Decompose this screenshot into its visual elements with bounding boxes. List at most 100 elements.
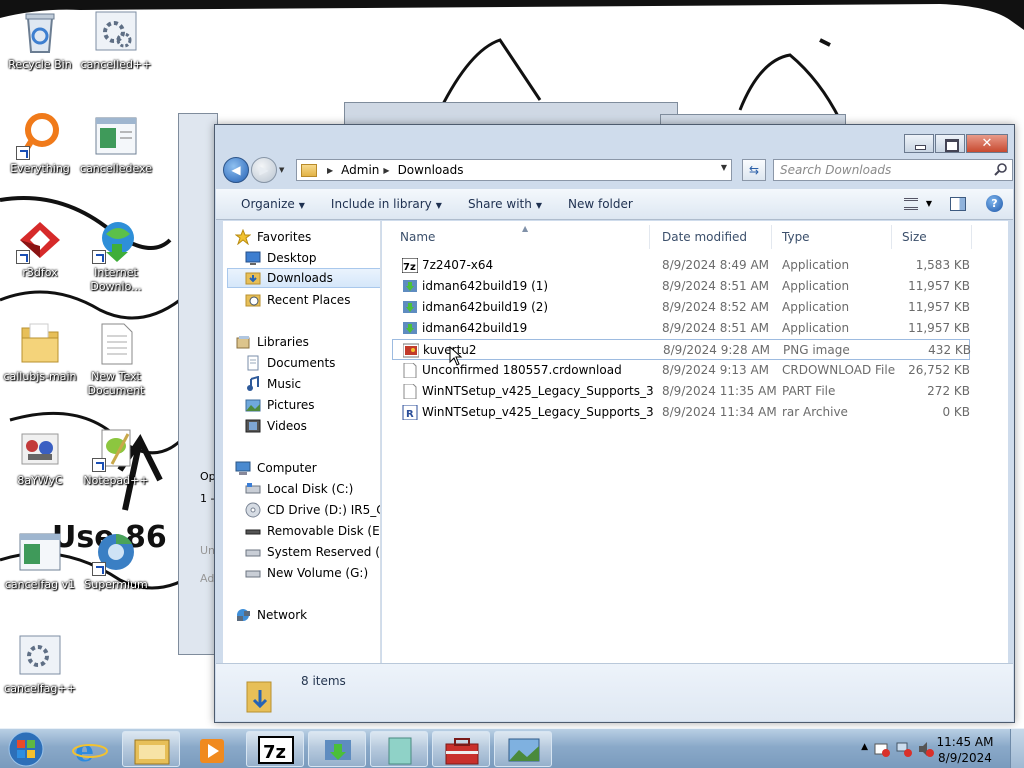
- file-name: WinNTSetup_v425_Legacy_Supports_32-...: [422, 384, 654, 398]
- idm-icon: [403, 280, 417, 292]
- taskbar-media-player[interactable]: [182, 731, 240, 767]
- navigation-pane[interactable]: Favorites Desktop Downloads Recent Place…: [223, 221, 381, 664]
- desktop-icon-everything[interactable]: Everything: [0, 112, 80, 176]
- breadcrumb-admin[interactable]: Admin: [341, 163, 379, 177]
- desktop-icon-new-text-document[interactable]: New Text Document: [76, 320, 156, 398]
- desktop-icon-label: Supermium: [84, 578, 148, 591]
- desktop-icon-cancelled-pp[interactable]: cancelled++: [76, 8, 156, 72]
- internet-explorer-icon: e: [72, 734, 108, 768]
- desktop-icon-notepad-pp[interactable]: Notepad++: [76, 424, 156, 488]
- nav-favorites[interactable]: Favorites: [234, 227, 311, 247]
- title-bar[interactable]: [215, 125, 1014, 155]
- organize-menu[interactable]: Organize ▼: [228, 197, 318, 211]
- search-input[interactable]: Search Downloads: [773, 159, 1013, 181]
- nav-downloads[interactable]: Downloads: [227, 268, 380, 288]
- refresh-button[interactable]: ⇆: [742, 159, 766, 181]
- nav-local-disk[interactable]: Local Disk (C:): [245, 479, 353, 499]
- chevron-down-icon[interactable]: ▼: [926, 199, 932, 208]
- videos-icon: [245, 418, 261, 434]
- minimize-button[interactable]: [904, 134, 934, 153]
- address-bar[interactable]: ▶ Admin ▶ Downloads ▼: [296, 159, 732, 181]
- breadcrumb-downloads[interactable]: Downloads: [398, 163, 464, 177]
- recent-pages-dropdown[interactable]: ▼: [279, 166, 289, 174]
- nav-videos[interactable]: Videos: [245, 416, 307, 436]
- drive-icon: [245, 544, 261, 560]
- file-row[interactable]: R WinNTSetup_v425_Legacy_Supports_32-... 8…: [392, 402, 970, 423]
- new-folder-button[interactable]: New folder: [555, 197, 646, 211]
- nav-label: Local Disk (C:): [267, 482, 354, 496]
- background-window-top[interactable]: [344, 102, 678, 126]
- show-desktop-button[interactable]: [1010, 729, 1024, 768]
- action-center-icon[interactable]: [874, 741, 890, 757]
- breadcrumb-separator-icon[interactable]: ▶: [327, 166, 333, 175]
- taskbar-7zip[interactable]: 7z: [246, 731, 304, 767]
- share-with-menu[interactable]: Share with ▼: [455, 197, 555, 211]
- network-status-icon[interactable]: [896, 741, 912, 757]
- star-icon: [234, 228, 252, 246]
- close-button[interactable]: [966, 134, 1008, 153]
- file-type: PART File: [782, 384, 836, 398]
- desktop-icon-recycle-bin[interactable]: Recycle Bin: [0, 8, 80, 72]
- background-window[interactable]: Op 1 - Uni Add: [178, 113, 221, 655]
- taskbar-internet-explorer[interactable]: e: [60, 731, 118, 768]
- desktop-icon-cancelfag-v1[interactable]: cancelfag v1: [0, 528, 80, 592]
- nav-cd-drive[interactable]: CD Drive (D:) IR5_CC: [245, 500, 380, 520]
- forward-button[interactable]: [251, 157, 277, 183]
- nav-network[interactable]: Network: [235, 605, 307, 625]
- file-row[interactable]: idman642build19 (1) 8/9/2024 8:51 AM Appli…: [392, 276, 970, 297]
- clock[interactable]: 11:45 AM 8/9/2024: [930, 734, 1000, 766]
- include-in-library-menu[interactable]: Include in library ▼: [318, 197, 455, 211]
- desktop-icon-supermium[interactable]: Supermium: [76, 528, 156, 592]
- nav-system-reserved[interactable]: System Reserved (F:): [245, 542, 380, 562]
- nav-music[interactable]: Music: [245, 374, 301, 394]
- nav-label: Removable Disk (E:): [267, 524, 381, 538]
- column-header-size[interactable]: Size: [892, 225, 972, 249]
- rar-icon: R: [402, 405, 418, 420]
- desktop-icon-internet-download-manager[interactable]: Internet Downlo...: [76, 216, 156, 294]
- nav-label: Network: [257, 608, 308, 622]
- nav-computer[interactable]: Computer: [235, 458, 317, 478]
- column-header-date[interactable]: Date modified: [652, 225, 772, 249]
- preview-pane-icon[interactable]: [950, 196, 966, 211]
- address-dropdown-icon[interactable]: ▼: [721, 163, 727, 172]
- column-header-name[interactable]: Name ▲: [390, 224, 650, 249]
- explorer-window[interactable]: ▼ ▶ Admin ▶ Downloads ▼ ⇆ Search Downloa…: [214, 124, 1015, 723]
- nav-libraries[interactable]: Libraries: [235, 332, 309, 352]
- show-hidden-icons-icon[interactable]: ▲: [861, 742, 868, 752]
- desktop-icon-cancelfag-pp[interactable]: cancelfag++: [0, 632, 80, 696]
- column-header-type[interactable]: Type: [772, 225, 892, 249]
- start-button[interactable]: [4, 730, 48, 768]
- nav-desktop[interactable]: Desktop: [245, 248, 317, 268]
- taskbar-photo-viewer[interactable]: [494, 731, 552, 767]
- file-row[interactable]: kuvertu28/9/2024 9:28 AMPNG image432 KB: [392, 339, 971, 360]
- details-pane: 8 items: [216, 663, 1013, 721]
- taskbar-notepad-pp[interactable]: [370, 731, 428, 767]
- taskbar-idm[interactable]: [308, 731, 366, 767]
- taskbar-windows-explorer[interactable]: [122, 731, 180, 767]
- nav-removable-disk[interactable]: Removable Disk (E:): [245, 521, 381, 541]
- nav-pictures[interactable]: Pictures: [245, 395, 315, 415]
- file-date: 8/9/2024 11:35 AM: [662, 384, 777, 398]
- nav-label: Computer: [257, 461, 317, 475]
- desktop-icon-callubjs-main[interactable]: callubjs-main: [0, 320, 80, 384]
- nav-new-volume[interactable]: New Volume (G:): [245, 563, 368, 583]
- change-view-icon[interactable]: [903, 197, 918, 210]
- file-list[interactable]: Name ▲ Date modified Type Size 7z 7z2407-x…: [382, 221, 1008, 664]
- maximize-button[interactable]: [935, 134, 965, 153]
- nav-recent-places[interactable]: Recent Places: [245, 290, 350, 310]
- file-row[interactable]: idman642build19 8/9/2024 8:51 AM Applicati…: [392, 318, 970, 339]
- file-row[interactable]: 7z 7z2407-x64 8/9/2024 8:49 AM Application 1…: [392, 255, 970, 276]
- taskbar-toolbox[interactable]: [432, 731, 490, 767]
- breadcrumb-separator-icon[interactable]: ▶: [383, 166, 389, 175]
- search-placeholder: Search Downloads: [780, 163, 892, 177]
- file-row[interactable]: idman642build19 (2) 8/9/2024 8:52 AM Appli…: [392, 297, 970, 318]
- desktop-icon-cancelledexe[interactable]: cancelledexe: [76, 112, 156, 176]
- file-row[interactable]: WinNTSetup_v425_Legacy_Supports_32-... 8/…: [392, 381, 970, 402]
- desktop: Use 86 Op 1 - Uni Add Recycle Bin cancel…: [0, 0, 1024, 728]
- desktop-icon-8aywyc[interactable]: 8aYWyC: [0, 424, 80, 488]
- desktop-icon-r3dfox[interactable]: r3dfox: [0, 216, 80, 280]
- nav-documents[interactable]: Documents: [245, 353, 335, 373]
- help-icon[interactable]: ?: [986, 195, 1003, 212]
- file-row[interactable]: Unconfirmed 180557.crdownload 8/9/2024 9:…: [392, 360, 970, 381]
- back-button[interactable]: [223, 157, 249, 183]
